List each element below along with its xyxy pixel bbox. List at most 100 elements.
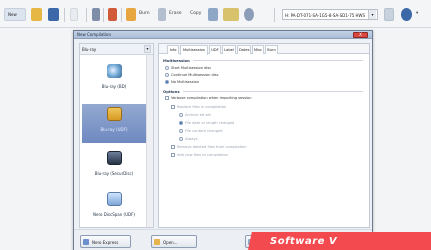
radio-label: No Multisession: [171, 80, 200, 84]
chevron-down-icon[interactable]: ▾: [368, 10, 376, 19]
tab-label: Info: [169, 48, 177, 52]
replace-files-checkbox[interactable]: Replace files in compilation: [171, 105, 226, 109]
toolbar-separator: [121, 8, 122, 22]
open-folder-icon[interactable]: [31, 8, 42, 21]
dialog-titlebar: New Compilation X: [74, 31, 372, 39]
tab-label: Burn: [267, 48, 276, 52]
delete-icon[interactable]: [108, 8, 117, 21]
remove-deleted-files-checkbox[interactable]: Remove deleted files from compilation: [171, 145, 247, 149]
options-heading: Options: [163, 89, 180, 94]
new-compilation-dialog: New Compilation X Blu-ray ▾ Blu-ray (BD)…: [73, 30, 373, 250]
radio-continue-multisession[interactable]: Continue Multisession disc: [165, 73, 219, 77]
tab-label: Label: [224, 48, 234, 52]
checkbox-icon[interactable]: [171, 145, 175, 149]
radio-archive-bit[interactable]: Archive bit set: [179, 113, 211, 117]
radio-file-date-length[interactable]: File date or length changed: [179, 121, 234, 125]
checkbox-icon[interactable]: [171, 153, 175, 157]
sidebar-item-label: Blu-ray (UDF): [100, 127, 128, 132]
burn-label[interactable]: Burn: [139, 11, 150, 16]
watermark-banner-text: Software V: [270, 236, 338, 247]
radio-start-multisession[interactable]: Start Multisession disc: [165, 66, 211, 70]
tab-label: Misc: [254, 48, 262, 52]
toolbar-separator: [103, 8, 104, 22]
drive-select[interactable]: H: PA-DT-071-SA-1G5-8-SA-SD1-75 HWS ▾: [282, 9, 378, 20]
checkbox-label: Add new files to compilation: [177, 153, 228, 157]
new-label: New: [8, 12, 17, 17]
toolbar-overflow-icon[interactable]: ▾: [416, 11, 418, 16]
sidebar-item-label: Blu-ray (SecurDisc): [94, 171, 134, 176]
radio-always[interactable]: Always: [179, 137, 198, 141]
tab-label: Multisession: [182, 48, 206, 52]
button-label: Open...: [163, 240, 178, 245]
radio-label: File content changed: [185, 129, 223, 133]
sidebar-scrollbar[interactable]: [146, 55, 153, 227]
discspan-icon: [106, 192, 122, 206]
sidebar-item-bluray-bd[interactable]: Blu-ray (BD): [82, 61, 146, 100]
toolbar-separator: [274, 8, 275, 22]
radio-icon[interactable]: [179, 121, 183, 125]
cut-icon[interactable]: [92, 8, 100, 21]
checkbox-label: Verbose compilation when importing sessi…: [171, 96, 252, 100]
blu-ray-disc-icon: [106, 64, 122, 78]
tab-label: Dates: [239, 48, 250, 52]
toolbar-icon-blank-1[interactable]: [70, 8, 78, 21]
tab-multisession[interactable]: Multisession: [180, 45, 208, 55]
verbose-compilation-checkbox[interactable]: Verbose compilation when importing sessi…: [165, 96, 251, 100]
checkbox-icon[interactable]: [165, 96, 169, 100]
tab-burn[interactable]: Burn: [265, 45, 278, 54]
section-divider: [183, 91, 363, 92]
radio-icon[interactable]: [165, 73, 169, 77]
toolbar-separator: [86, 8, 87, 22]
radio-label: Archive bit set: [185, 113, 211, 117]
nero-express-button[interactable]: Nero Express: [80, 235, 131, 248]
nero-express-icon: [83, 239, 89, 245]
radio-icon[interactable]: [179, 137, 183, 141]
tab-info[interactable]: Info: [167, 45, 179, 54]
button-label: Nero Express: [92, 240, 119, 245]
dialog-title: New Compilation: [77, 32, 112, 37]
tab-label[interactable]: Label: [222, 45, 236, 54]
toolbar-separator: [64, 8, 65, 22]
copy-icon[interactable]: [208, 8, 218, 21]
checkbox-label: Replace files in compilation: [177, 105, 227, 109]
radio-file-content[interactable]: File content changed: [179, 129, 223, 133]
sidebar-item-label: Blu-ray (BD): [101, 84, 127, 89]
burn-icon[interactable]: [126, 8, 136, 21]
compilation-type-sidebar: Blu-ray ▾ Blu-ray (BD) Blu-ray (UDF) Blu…: [79, 43, 154, 228]
close-button[interactable]: X: [353, 32, 368, 38]
disc-type-select[interactable]: Blu-ray ▾: [80, 44, 153, 55]
checkbox-label: Remove deleted files from compilation: [177, 145, 247, 149]
add-new-files-checkbox[interactable]: Add new files to compilation: [171, 153, 228, 157]
tab-misc[interactable]: Misc: [252, 45, 264, 54]
drive-refresh-icon[interactable]: [384, 8, 394, 21]
erase-icon[interactable]: [158, 8, 166, 21]
tab-udf[interactable]: UDF: [209, 45, 221, 54]
erase-label[interactable]: Erase: [169, 11, 182, 16]
radio-no-multisession[interactable]: No Multisession: [165, 80, 199, 84]
radio-icon[interactable]: [165, 80, 169, 84]
radio-icon[interactable]: [179, 129, 183, 133]
tab-dates[interactable]: Dates: [237, 45, 251, 54]
disc-icon[interactable]: [244, 8, 254, 21]
copy-label[interactable]: Copy: [190, 11, 201, 16]
sidebar-item-bluray-udf[interactable]: Blu-ray (UDF): [82, 104, 146, 143]
blu-ray-udf-icon: [106, 107, 122, 121]
save-icon[interactable]: [48, 8, 59, 21]
radio-label: Always: [185, 137, 198, 141]
sidebar-item-bluray-securdisc[interactable]: Blu-ray (SecurDisc): [82, 148, 146, 187]
radio-label: Continue Multisession disc: [171, 73, 219, 77]
radio-icon[interactable]: [179, 113, 183, 117]
checkbox-icon[interactable]: [171, 105, 175, 109]
sidebar-item-discspan[interactable]: Nero DiscSpan (UDF): [82, 189, 146, 228]
drive-value: H: PA-DT-071-SA-1G5-8-SA-SD1-75 HWS: [285, 13, 366, 18]
radio-label: Start Multisession disc: [171, 66, 212, 70]
help-icon[interactable]: [401, 8, 412, 21]
new-compilation-button[interactable]: New: [4, 8, 26, 21]
radio-label: File date or length changed: [185, 121, 235, 125]
nero-logo-icon[interactable]: [223, 8, 239, 21]
chevron-down-icon[interactable]: ▾: [144, 45, 151, 53]
open-button[interactable]: Open...: [151, 235, 197, 248]
radio-icon[interactable]: [165, 66, 169, 70]
section-divider: [193, 60, 363, 61]
multisession-heading: Multisession: [163, 58, 190, 63]
